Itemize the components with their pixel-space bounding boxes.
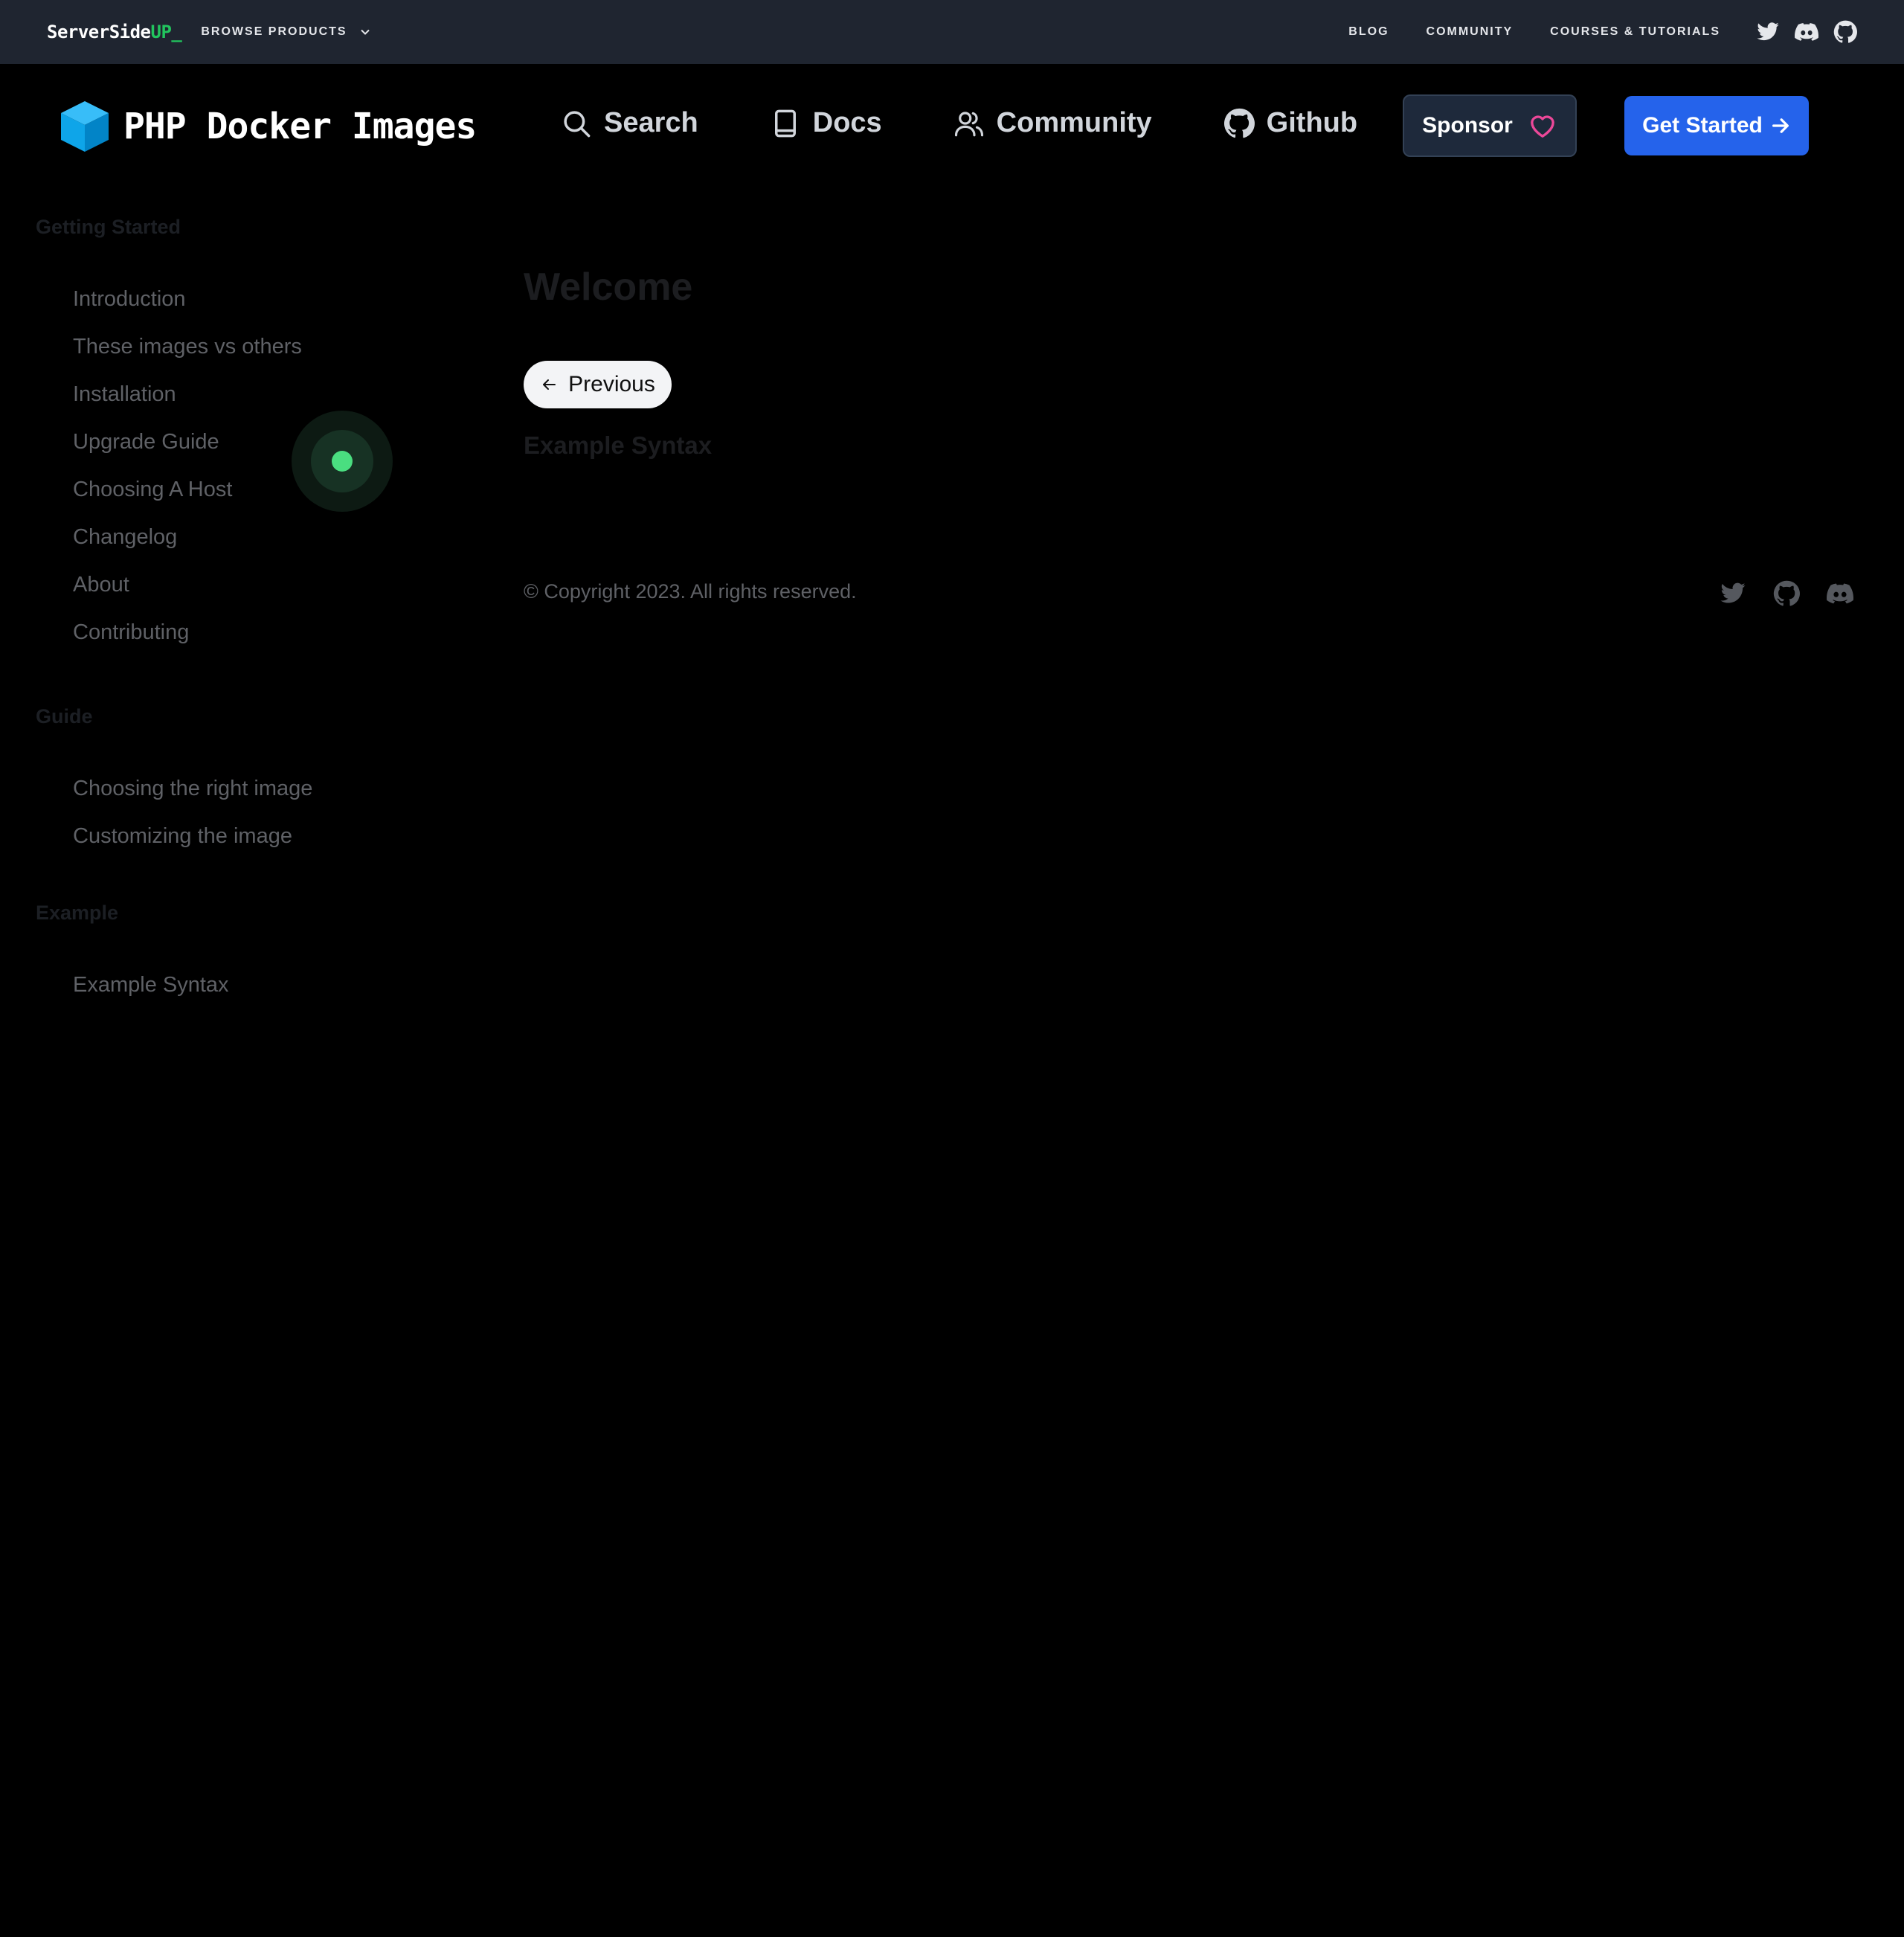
serverside-up-logo[interactable]: ServerSideUP_: [47, 22, 182, 42]
top-link-community[interactable]: COMMUNITY: [1427, 25, 1514, 39]
discord-icon[interactable]: [1827, 580, 1853, 607]
top-link-blog[interactable]: BLOG: [1348, 25, 1389, 39]
sidebar-item-choosing-right-image[interactable]: Choosing the right image: [73, 765, 452, 812]
top-bar: ServerSideUP_ BROWSE PRODUCTS BLOG COMMU…: [0, 0, 1904, 64]
sidebar-item-example-syntax[interactable]: Example Syntax: [73, 961, 452, 1009]
browse-products-menu[interactable]: BROWSE PRODUCTS: [201, 25, 372, 39]
top-link-courses[interactable]: COURSES & TUTORIALS: [1550, 25, 1720, 39]
twitter-icon[interactable]: [1720, 580, 1746, 607]
nav-search[interactable]: Search: [561, 107, 698, 139]
book-icon: [774, 109, 796, 137]
github-icon[interactable]: [1833, 20, 1857, 44]
search-icon: [564, 110, 591, 137]
sponsor-label: Sponsor: [1422, 113, 1513, 138]
main-nav: Search Docs Community Github: [561, 107, 1429, 139]
next-page-link[interactable]: Example Syntax: [524, 431, 712, 460]
users-icon: [954, 111, 983, 136]
page-title: Welcome: [524, 266, 693, 309]
sidebar-item-installation[interactable]: Installation: [73, 370, 452, 418]
cube-logo-icon: [61, 101, 109, 152]
get-started-label: Get Started: [1642, 113, 1763, 138]
site-logo[interactable]: PHP Docker Images: [60, 100, 477, 153]
github-icon: [1223, 108, 1255, 138]
twitter-icon[interactable]: [1756, 20, 1780, 44]
sidebar-section-guide: Guide Choosing the right image Customizi…: [36, 705, 452, 860]
sidebar-item-introduction[interactable]: Introduction: [73, 275, 452, 323]
arrow-right-icon: [1772, 118, 1789, 133]
sidebar-section-getting-started: Getting Started Introduction These image…: [36, 216, 452, 656]
copyright-text: © Copyright 2023. All rights reserved.: [524, 580, 857, 603]
previous-label: Previous: [568, 372, 655, 396]
nav-docs-label: Docs: [812, 107, 882, 138]
sidebar-item-contributing[interactable]: Contributing: [73, 608, 452, 656]
nav-github-label: Github: [1266, 107, 1358, 138]
discord-icon[interactable]: [1795, 20, 1818, 44]
cursor-dot: [332, 451, 353, 472]
brand-accent: UP_: [150, 22, 182, 42]
sidebar-item-customizing-image[interactable]: Customizing the image: [73, 812, 452, 860]
sidebar-item-images-vs-others[interactable]: These images vs others: [73, 323, 452, 370]
github-icon[interactable]: [1773, 580, 1800, 607]
sidebar-item-choosing-a-host[interactable]: Choosing A Host: [73, 466, 452, 513]
brand-main: ServerSide: [47, 22, 151, 42]
heart-icon: [1530, 115, 1554, 138]
sidebar-item-changelog[interactable]: Changelog: [73, 513, 452, 561]
footer-social-links: [1720, 580, 1853, 607]
main-header: PHP Docker Images Search Docs Community …: [0, 64, 1904, 187]
docs-sidebar: Getting Started Introduction These image…: [36, 216, 452, 1009]
nav-community-label: Community: [996, 107, 1152, 138]
nav-github[interactable]: Github: [1223, 107, 1357, 139]
sidebar-section-title: Getting Started: [36, 216, 181, 238]
previous-button[interactable]: Previous: [524, 361, 672, 408]
nav-community[interactable]: Community: [953, 107, 1152, 139]
site-title: PHP Docker Images: [123, 106, 477, 147]
nav-search-label: Search: [604, 107, 698, 138]
sidebar-item-about[interactable]: About: [73, 561, 452, 608]
browse-products-label: BROWSE PRODUCTS: [201, 25, 347, 38]
sidebar-section-title: Guide: [36, 705, 93, 727]
sidebar-item-upgrade-guide[interactable]: Upgrade Guide: [73, 418, 452, 466]
sidebar-section-title: Example: [36, 902, 119, 924]
nav-docs[interactable]: Docs: [770, 107, 882, 139]
chevron-down-icon: [360, 29, 370, 35]
get-started-button[interactable]: Get Started: [1624, 96, 1809, 155]
sidebar-section-example: Example Example Syntax: [36, 902, 452, 1009]
sponsor-button[interactable]: Sponsor: [1403, 94, 1577, 157]
arrow-left-icon: [543, 379, 556, 390]
